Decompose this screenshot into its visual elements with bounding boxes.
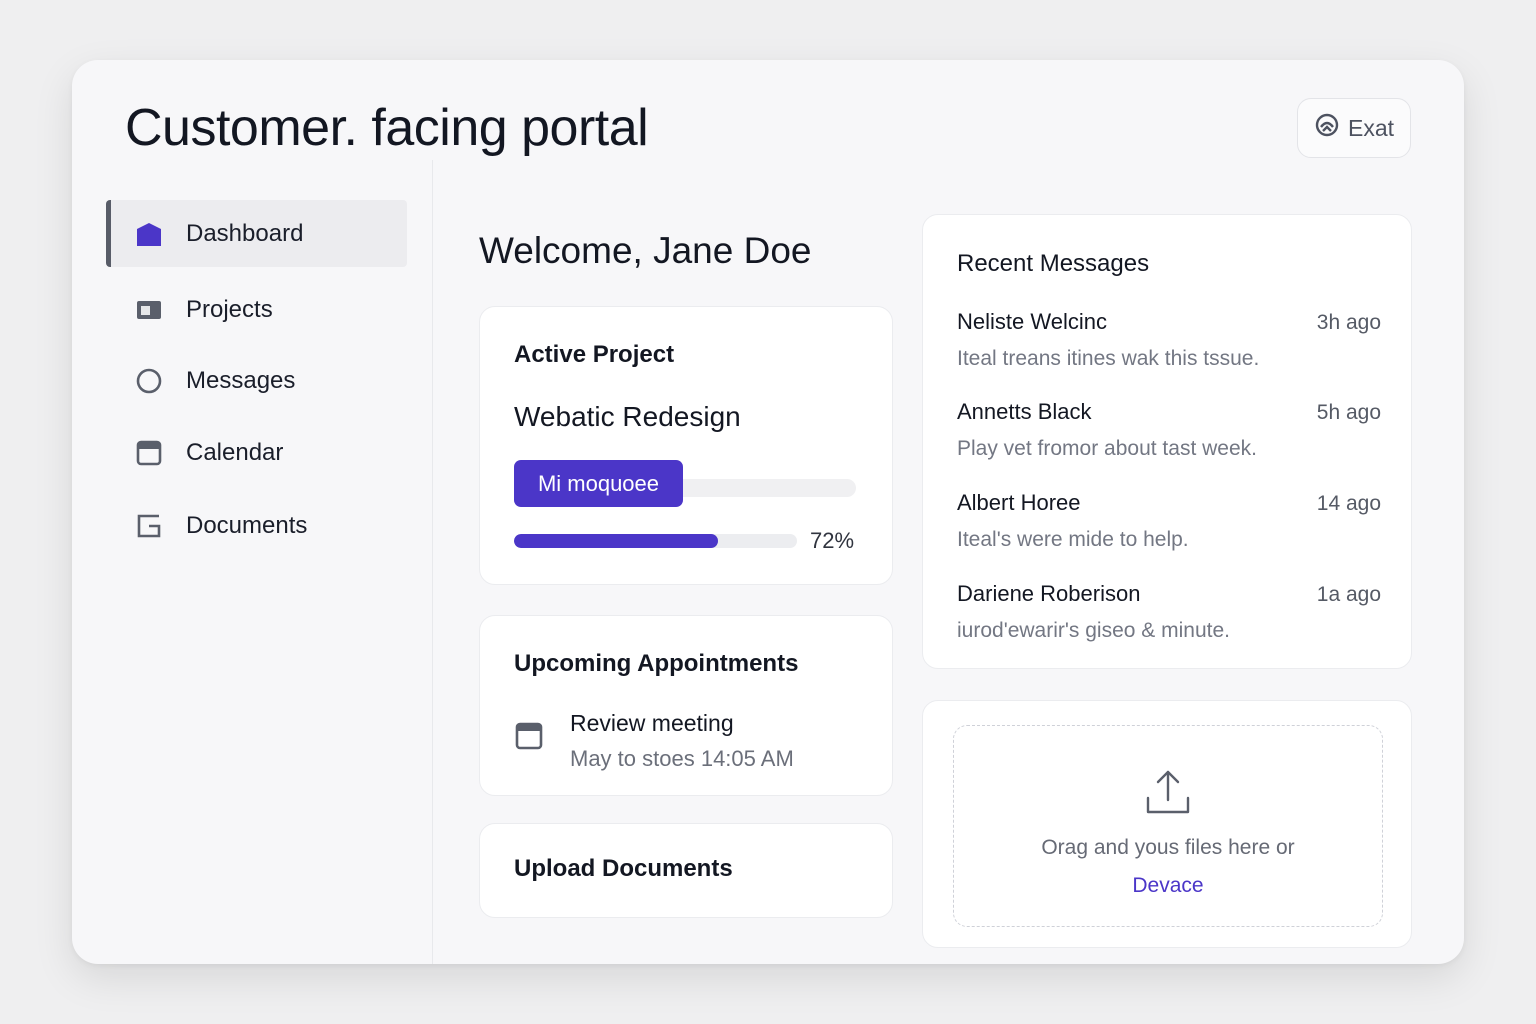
message-time: 1a ago xyxy=(1316,583,1381,606)
sidebar-item-label: Dashboard xyxy=(186,219,304,247)
sidebar-item-documents[interactable]: Documents xyxy=(106,492,407,559)
home-icon xyxy=(134,219,164,249)
message-time: 5h ago xyxy=(1316,401,1381,424)
circle-icon xyxy=(134,366,164,396)
calendar-icon xyxy=(134,438,164,468)
sidebar-item-dashboard[interactable]: Dashboard xyxy=(106,200,407,267)
exit-label: Exat xyxy=(1347,114,1395,141)
sidebar-item-messages[interactable]: Messages xyxy=(106,347,407,414)
message-time: 3h ago xyxy=(1316,311,1381,334)
appointments-title: Upcoming Appointments xyxy=(514,650,799,677)
progress-fill xyxy=(514,534,718,548)
message-item[interactable]: Albert Horee 14 ago Iteal's were mide to… xyxy=(957,490,1381,552)
appointments-card: Upcoming Appointments Review meeting May… xyxy=(479,615,893,796)
dropzone-card: Orag and yous files here or Devace xyxy=(922,700,1412,948)
portal-window: Customer. facing portal Exat Dashboard P… xyxy=(72,60,1464,964)
message-item[interactable]: Dariene Roberison 1a ago iurod'ewarir's … xyxy=(957,581,1381,643)
message-preview: Iteal's were mide to help. xyxy=(957,528,1189,551)
welcome-heading: Welcome, Jane Doe xyxy=(479,230,812,271)
upload-icon xyxy=(1142,766,1194,818)
document-icon xyxy=(134,511,164,541)
project-name: Webatic Redesign xyxy=(514,401,741,432)
folder-icon xyxy=(134,295,164,325)
recent-messages-title: Recent Messages xyxy=(957,250,1150,277)
message-time: 14 ago xyxy=(1316,492,1381,515)
message-item[interactable]: Annetts Black 5h ago Play vet fromor abo… xyxy=(957,399,1381,461)
sidebar-item-calendar[interactable]: Calendar xyxy=(106,419,407,486)
upload-documents-card: Upload Documents xyxy=(479,823,893,918)
sidebar-item-label: Messages xyxy=(186,366,296,394)
app-title: Customer. facing portal xyxy=(125,99,649,157)
sidebar-item-label: Documents xyxy=(186,511,308,539)
sidebar: Dashboard Projects Messages Calendar Doc… xyxy=(72,160,433,964)
dropzone-text: Orag and yous files here or xyxy=(1041,836,1295,859)
calendar-icon xyxy=(514,721,544,751)
recent-messages-card: Recent Messages Neliste Welcinc 3h ago I… xyxy=(922,214,1412,669)
milestone-button[interactable]: Mi moquoee xyxy=(514,460,683,507)
progress-label: 72% xyxy=(810,528,855,553)
active-project-card: Active Project Webatic Redesign Mi moquo… xyxy=(479,306,893,585)
message-item[interactable]: Neliste Welcinc 3h ago Iteal treans itin… xyxy=(957,309,1381,371)
message-preview: iurod'ewarir's giseo & minute. xyxy=(957,619,1230,642)
sidebar-item-projects[interactable]: Projects xyxy=(106,276,407,343)
progress-bar xyxy=(514,534,797,548)
appointment-time: May to stoes 14:05 AM xyxy=(570,746,794,771)
sidebar-item-label: Projects xyxy=(186,295,273,323)
upload-documents-title: Upload Documents xyxy=(514,855,733,882)
message-preview: Play vet fromor about tast week. xyxy=(957,437,1257,460)
browse-link[interactable]: Devace xyxy=(954,874,1382,898)
active-project-title: Active Project xyxy=(514,341,675,368)
message-preview: Iteal treans itines wak this tssue. xyxy=(957,347,1260,370)
exit-button[interactable]: Exat xyxy=(1297,98,1411,158)
file-dropzone[interactable]: Orag and yous files here or Devace xyxy=(953,725,1383,927)
sidebar-item-label: Calendar xyxy=(186,438,284,466)
exit-icon xyxy=(1314,112,1340,144)
appointment-title[interactable]: Review meeting xyxy=(570,710,734,737)
